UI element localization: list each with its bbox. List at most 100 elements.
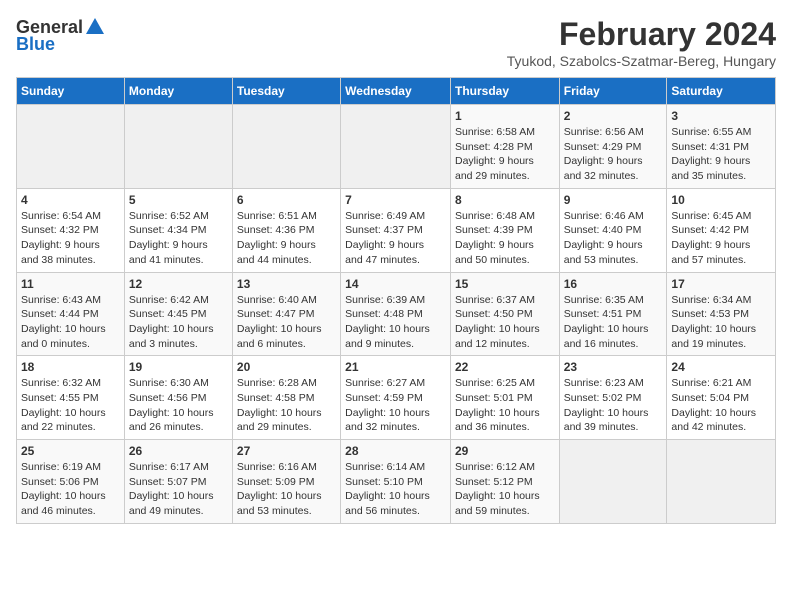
calendar-cell: 10 Sunrise: 6:45 AM Sunset: 4:42 PM Dayli… (667, 188, 776, 272)
day-number: 20 (237, 360, 336, 374)
calendar-cell: 23 Sunrise: 6:23 AM Sunset: 5:02 PM Dayli… (559, 356, 667, 440)
calendar-cell: 12Sunrise: 6:42 AM Sunset: 4:45 PM Dayli… (124, 272, 232, 356)
calendar-header-thursday: Thursday (450, 78, 559, 105)
calendar-cell: 7 Sunrise: 6:49 AM Sunset: 4:37 PM Daylig… (341, 188, 451, 272)
day-number: 16 (564, 277, 663, 291)
header: General Blue February 2024 Tyukod, Szabo… (16, 16, 776, 69)
calendar-cell: 28 Sunrise: 6:14 AM Sunset: 5:10 PM Dayli… (341, 440, 451, 524)
day-info: Sunrise: 6:30 AM Sunset: 4:56 PM Dayligh… (129, 376, 228, 435)
calendar-cell (17, 105, 125, 189)
calendar-cell: 26 Sunrise: 6:17 AM Sunset: 5:07 PM Dayli… (124, 440, 232, 524)
calendar-cell: 19 Sunrise: 6:30 AM Sunset: 4:56 PM Dayli… (124, 356, 232, 440)
day-info: Sunrise: 6:42 AM Sunset: 4:45 PM Dayligh… (129, 293, 228, 352)
day-number: 29 (455, 444, 555, 458)
logo: General Blue (16, 16, 107, 55)
day-info: Sunrise: 6:16 AM Sunset: 5:09 PM Dayligh… (237, 460, 336, 519)
calendar-cell: 14 Sunrise: 6:39 AM Sunset: 4:48 PM Dayli… (341, 272, 451, 356)
day-info: Sunrise: 6:52 AM Sunset: 4:34 PM Dayligh… (129, 209, 228, 268)
day-info: Sunrise: 6:48 AM Sunset: 4:39 PM Dayligh… (455, 209, 555, 268)
day-number: 1 (455, 109, 555, 123)
calendar-week-1: 1 Sunrise: 6:58 AM Sunset: 4:28 PM Daylig… (17, 105, 776, 189)
day-info: Sunrise: 6:28 AM Sunset: 4:58 PM Dayligh… (237, 376, 336, 435)
calendar-cell: 3 Sunrise: 6:55 AM Sunset: 4:31 PM Daylig… (667, 105, 776, 189)
day-info: Sunrise: 6:45 AM Sunset: 4:42 PM Dayligh… (671, 209, 771, 268)
day-number: 25 (21, 444, 120, 458)
day-info: Sunrise: 6:43 AM Sunset: 4:44 PM Dayligh… (21, 293, 120, 352)
day-info: Sunrise: 6:58 AM Sunset: 4:28 PM Dayligh… (455, 125, 555, 184)
day-info: Sunrise: 6:40 AM Sunset: 4:47 PM Dayligh… (237, 293, 336, 352)
subtitle: Tyukod, Szabolcs-Szatmar-Bereg, Hungary (507, 53, 776, 69)
day-number: 3 (671, 109, 771, 123)
day-number: 28 (345, 444, 446, 458)
day-number: 27 (237, 444, 336, 458)
day-info: Sunrise: 6:54 AM Sunset: 4:32 PM Dayligh… (21, 209, 120, 268)
day-number: 6 (237, 193, 336, 207)
day-number: 7 (345, 193, 446, 207)
day-number: 4 (21, 193, 120, 207)
logo-icon (84, 16, 106, 38)
day-info: Sunrise: 6:19 AM Sunset: 5:06 PM Dayligh… (21, 460, 120, 519)
calendar-cell: 15 Sunrise: 6:37 AM Sunset: 4:50 PM Dayli… (450, 272, 559, 356)
calendar-cell (559, 440, 667, 524)
calendar-cell: 4 Sunrise: 6:54 AM Sunset: 4:32 PM Daylig… (17, 188, 125, 272)
day-info: Sunrise: 6:34 AM Sunset: 4:53 PM Dayligh… (671, 293, 771, 352)
day-info: Sunrise: 6:49 AM Sunset: 4:37 PM Dayligh… (345, 209, 446, 268)
day-number: 14 (345, 277, 446, 291)
day-number: 13 (237, 277, 336, 291)
calendar-header-row: SundayMondayTuesdayWednesdayThursdayFrid… (17, 78, 776, 105)
day-number: 24 (671, 360, 771, 374)
calendar-cell: 11 Sunrise: 6:43 AM Sunset: 4:44 PM Dayli… (17, 272, 125, 356)
calendar-cell (232, 105, 340, 189)
day-info: Sunrise: 6:14 AM Sunset: 5:10 PM Dayligh… (345, 460, 446, 519)
day-number: 8 (455, 193, 555, 207)
calendar-cell: 25 Sunrise: 6:19 AM Sunset: 5:06 PM Dayli… (17, 440, 125, 524)
day-number: 26 (129, 444, 228, 458)
day-number: 11 (21, 277, 120, 291)
calendar-cell: 21 Sunrise: 6:27 AM Sunset: 4:59 PM Dayli… (341, 356, 451, 440)
calendar-cell: 22 Sunrise: 6:25 AM Sunset: 5:01 PM Dayli… (450, 356, 559, 440)
day-info: Sunrise: 6:23 AM Sunset: 5:02 PM Dayligh… (564, 376, 663, 435)
day-info: Sunrise: 6:51 AM Sunset: 4:36 PM Dayligh… (237, 209, 336, 268)
main-title: February 2024 (507, 16, 776, 53)
calendar-cell: 18Sunrise: 6:32 AM Sunset: 4:55 PM Dayli… (17, 356, 125, 440)
calendar-cell: 9 Sunrise: 6:46 AM Sunset: 4:40 PM Daylig… (559, 188, 667, 272)
day-number: 22 (455, 360, 555, 374)
calendar-cell: 16 Sunrise: 6:35 AM Sunset: 4:51 PM Dayli… (559, 272, 667, 356)
calendar-cell: 29 Sunrise: 6:12 AM Sunset: 5:12 PM Dayli… (450, 440, 559, 524)
calendar-week-3: 11 Sunrise: 6:43 AM Sunset: 4:44 PM Dayli… (17, 272, 776, 356)
day-info: Sunrise: 6:25 AM Sunset: 5:01 PM Dayligh… (455, 376, 555, 435)
calendar-cell: 17 Sunrise: 6:34 AM Sunset: 4:53 PM Dayli… (667, 272, 776, 356)
day-info: Sunrise: 6:27 AM Sunset: 4:59 PM Dayligh… (345, 376, 446, 435)
day-number: 18 (21, 360, 120, 374)
calendar-header-tuesday: Tuesday (232, 78, 340, 105)
day-info: Sunrise: 6:21 AM Sunset: 5:04 PM Dayligh… (671, 376, 771, 435)
day-info: Sunrise: 6:55 AM Sunset: 4:31 PM Dayligh… (671, 125, 771, 184)
day-info: Sunrise: 6:46 AM Sunset: 4:40 PM Dayligh… (564, 209, 663, 268)
day-info: Sunrise: 6:17 AM Sunset: 5:07 PM Dayligh… (129, 460, 228, 519)
day-info: Sunrise: 6:37 AM Sunset: 4:50 PM Dayligh… (455, 293, 555, 352)
title-block: February 2024 Tyukod, Szabolcs-Szatmar-B… (507, 16, 776, 69)
day-info: Sunrise: 6:12 AM Sunset: 5:12 PM Dayligh… (455, 460, 555, 519)
day-info: Sunrise: 6:35 AM Sunset: 4:51 PM Dayligh… (564, 293, 663, 352)
day-number: 17 (671, 277, 771, 291)
calendar-week-2: 4 Sunrise: 6:54 AM Sunset: 4:32 PM Daylig… (17, 188, 776, 272)
calendar-cell: 27 Sunrise: 6:16 AM Sunset: 5:09 PM Dayli… (232, 440, 340, 524)
calendar-cell: 6 Sunrise: 6:51 AM Sunset: 4:36 PM Daylig… (232, 188, 340, 272)
day-info: Sunrise: 6:39 AM Sunset: 4:48 PM Dayligh… (345, 293, 446, 352)
day-number: 10 (671, 193, 771, 207)
day-number: 5 (129, 193, 228, 207)
day-number: 21 (345, 360, 446, 374)
calendar-cell (341, 105, 451, 189)
calendar-cell (667, 440, 776, 524)
calendar-cell: 2Sunrise: 6:56 AM Sunset: 4:29 PM Daylig… (559, 105, 667, 189)
calendar-cell: 5 Sunrise: 6:52 AM Sunset: 4:34 PM Daylig… (124, 188, 232, 272)
logo-blue-text: Blue (16, 34, 55, 55)
day-info: Sunrise: 6:56 AM Sunset: 4:29 PM Dayligh… (564, 125, 663, 184)
day-number: 15 (455, 277, 555, 291)
calendar-cell (124, 105, 232, 189)
day-number: 9 (564, 193, 663, 207)
day-number: 19 (129, 360, 228, 374)
calendar-week-5: 25 Sunrise: 6:19 AM Sunset: 5:06 PM Dayli… (17, 440, 776, 524)
calendar-cell: 8 Sunrise: 6:48 AM Sunset: 4:39 PM Daylig… (450, 188, 559, 272)
day-number: 23 (564, 360, 663, 374)
